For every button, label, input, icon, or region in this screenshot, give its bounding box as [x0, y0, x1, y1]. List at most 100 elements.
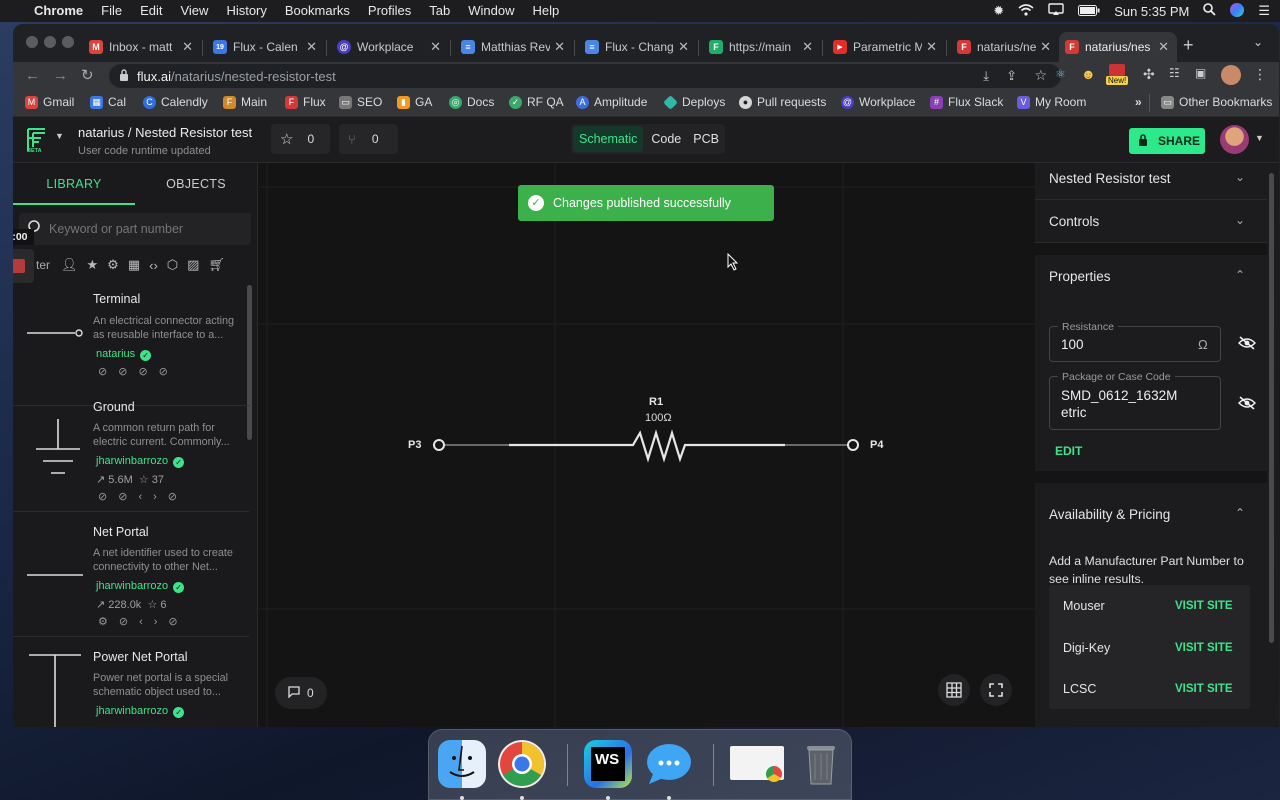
tab-flux-project-active[interactable]: Fnatarius/nes ✕ [1059, 32, 1177, 62]
close-window-button[interactable] [26, 36, 38, 48]
grid-toggle-button[interactable] [938, 674, 970, 706]
bookmark-deploys[interactable]: Deploys [663, 94, 725, 110]
spotlight-icon[interactable] [1203, 3, 1216, 19]
menu-window[interactable]: Window [459, 0, 523, 22]
star-button[interactable]: ☆ 0 [271, 124, 330, 154]
react-devtools-icon[interactable]: ⚛ [1055, 67, 1066, 81]
new-tab-icon[interactable]: + [1183, 35, 1194, 56]
battery-icon[interactable] [1078, 4, 1100, 19]
tab-close-icon[interactable]: ✕ [550, 39, 565, 55]
code-filter-icon[interactable]: ‹› [149, 258, 158, 273]
bookmark-my-room[interactable]: V My Room [1017, 95, 1086, 109]
forward-icon[interactable]: → [53, 67, 68, 84]
wifi-icon[interactable] [1018, 3, 1034, 19]
zoom-window-button[interactable] [62, 36, 74, 48]
reading-list-icon[interactable]: ☷ [1169, 66, 1180, 80]
menu-edit[interactable]: Edit [131, 0, 171, 22]
menu-history[interactable]: History [217, 0, 275, 22]
chrome-menu-icon[interactable]: ⋮ [1253, 66, 1267, 83]
library-search[interactable] [19, 213, 251, 245]
inspector-scrollbar[interactable] [1269, 173, 1274, 643]
recording-stop-button[interactable] [13, 249, 34, 283]
part-author[interactable]: natarius ✓ [96, 348, 152, 361]
tab-close-icon[interactable]: ✕ [1154, 39, 1169, 55]
tab-flux-project[interactable]: Fnatarius/nes ✕ [951, 32, 1059, 62]
menu-help[interactable]: Help [524, 0, 569, 22]
visit-site-lcsc[interactable]: VISIT SITE [1175, 683, 1233, 695]
tab-doc-changes[interactable]: ≡ Flux - Chang ✕ [579, 32, 697, 62]
logo-menu-chevron-icon[interactable]: ▼ [55, 131, 64, 141]
cart-filter-icon[interactable]: 🛒︎ [208, 257, 225, 273]
tab-inbox[interactable]: M Inbox - matt ✕ [83, 32, 201, 62]
tab-youtube[interactable]: ▶ Parametric M ✕ [827, 32, 945, 62]
visit-site-digikey[interactable]: VISIT SITE [1175, 642, 1233, 654]
webstorm-icon[interactable]: WS [584, 740, 632, 788]
menu-tab[interactable]: Tab [420, 0, 459, 22]
cube-filter-icon[interactable]: ⬡ [167, 257, 178, 273]
emoji-extension-icon[interactable]: ☻ [1081, 66, 1096, 82]
user-avatar[interactable] [1220, 125, 1249, 154]
project-owner-link[interactable]: natarius [78, 125, 124, 140]
image-filter-icon[interactable]: ▨ [187, 257, 199, 273]
bookmark-gmail[interactable]: M Gmail [25, 95, 74, 109]
lock-icon[interactable] [119, 68, 129, 84]
section-header-project[interactable]: Nested Resistor test ⌄ [1035, 163, 1267, 200]
tab-close-icon[interactable]: ✕ [178, 39, 193, 55]
menu-app-name[interactable]: Chrome [25, 0, 92, 22]
bookmark-seo[interactable]: ▭ SEO [339, 95, 382, 109]
tab-schematic[interactable]: Schematic [573, 126, 644, 152]
part-author[interactable]: jharwinbarrozo ✓ [96, 580, 185, 593]
tab-objects[interactable]: OBJECTS [135, 163, 257, 205]
control-center-icon[interactable]: ☰ [1258, 3, 1270, 19]
bookmarks-overflow-chevron[interactable]: » [1135, 95, 1142, 109]
tab-close-icon[interactable]: ✕ [922, 39, 937, 55]
tab-close-icon[interactable]: ✕ [798, 39, 813, 55]
bookmark-star-icon[interactable]: ☆ [1034, 67, 1047, 84]
filter-label[interactable]: ter [36, 258, 50, 272]
bookmark-ga[interactable]: ▮ GA [397, 95, 432, 109]
flux-logo[interactable]: BETA [25, 127, 49, 155]
search-input[interactable] [49, 219, 239, 239]
menu-profiles[interactable]: Profiles [359, 0, 420, 22]
part-card-net-portal[interactable]: Net Portal A net identifier used to crea… [13, 512, 249, 637]
bookmark-workplace[interactable]: @ Workplace [841, 95, 915, 109]
fork-button[interactable]: ⑂ 0 [339, 124, 398, 154]
bookmark-flux-slack[interactable]: # Flux Slack [930, 95, 1003, 109]
bookmark-main[interactable]: F Main [223, 95, 267, 109]
airplay-icon[interactable] [1048, 3, 1064, 19]
hide-property-icon[interactable] [1237, 336, 1257, 353]
siri-icon[interactable] [1230, 2, 1245, 20]
profile-avatar[interactable] [1221, 65, 1241, 85]
project-title[interactable]: Nested Resistor test [135, 125, 252, 140]
side-panel-icon[interactable]: ▣ [1195, 66, 1206, 80]
menu-view[interactable]: View [171, 0, 217, 22]
hide-property-icon[interactable] [1237, 396, 1257, 413]
user-filter-icon[interactable]: 👤︎ [61, 257, 78, 273]
bookmark-flux[interactable]: F Flux [285, 95, 326, 109]
messages-icon[interactable] [645, 740, 693, 788]
tab-search-icon[interactable]: ⌄ [1253, 35, 1263, 49]
bookmark-cal[interactable]: ▦ Cal [90, 95, 126, 109]
share-page-icon[interactable]: ⇪ [1006, 68, 1017, 84]
menu-clock[interactable]: Sun 5:35 PM [1114, 4, 1189, 19]
tab-close-icon[interactable]: ✕ [674, 39, 689, 55]
tab-close-icon[interactable]: ✕ [1036, 39, 1051, 55]
trash-icon[interactable] [797, 740, 845, 788]
schematic-canvas[interactable]: R1 100Ω P3 P4 ✓ Changes published succes… [259, 163, 1035, 727]
visit-site-mouser[interactable]: VISIT SITE [1175, 600, 1233, 612]
finder-icon[interactable] [438, 740, 486, 788]
tab-code[interactable]: Code [645, 132, 687, 146]
tab-library[interactable]: LIBRARY [13, 163, 135, 205]
bookmark-pull-requests[interactable]: ● Pull requests [739, 95, 826, 109]
part-card-ground[interactable]: Ground A common return path for electric… [13, 387, 249, 512]
chip-filter-icon[interactable]: ⚙ [107, 257, 119, 273]
address-bar[interactable]: flux.ai/natarius/nested-resistor-test ⤓ … [109, 64, 1061, 88]
tab-calendar[interactable]: 19 Flux - Calen ✕ [207, 32, 325, 62]
bookmark-other[interactable]: ▭ Other Bookmarks [1161, 95, 1272, 109]
menu-file[interactable]: File [92, 0, 131, 22]
resistance-field[interactable]: Resistance 100 Ω [1049, 321, 1221, 362]
port-p4-terminal[interactable] [845, 437, 861, 453]
part-author[interactable]: jharwinbarrozo ✓ [96, 455, 185, 468]
reload-icon[interactable]: ↻ [81, 66, 94, 84]
back-icon[interactable]: ← [25, 67, 40, 84]
